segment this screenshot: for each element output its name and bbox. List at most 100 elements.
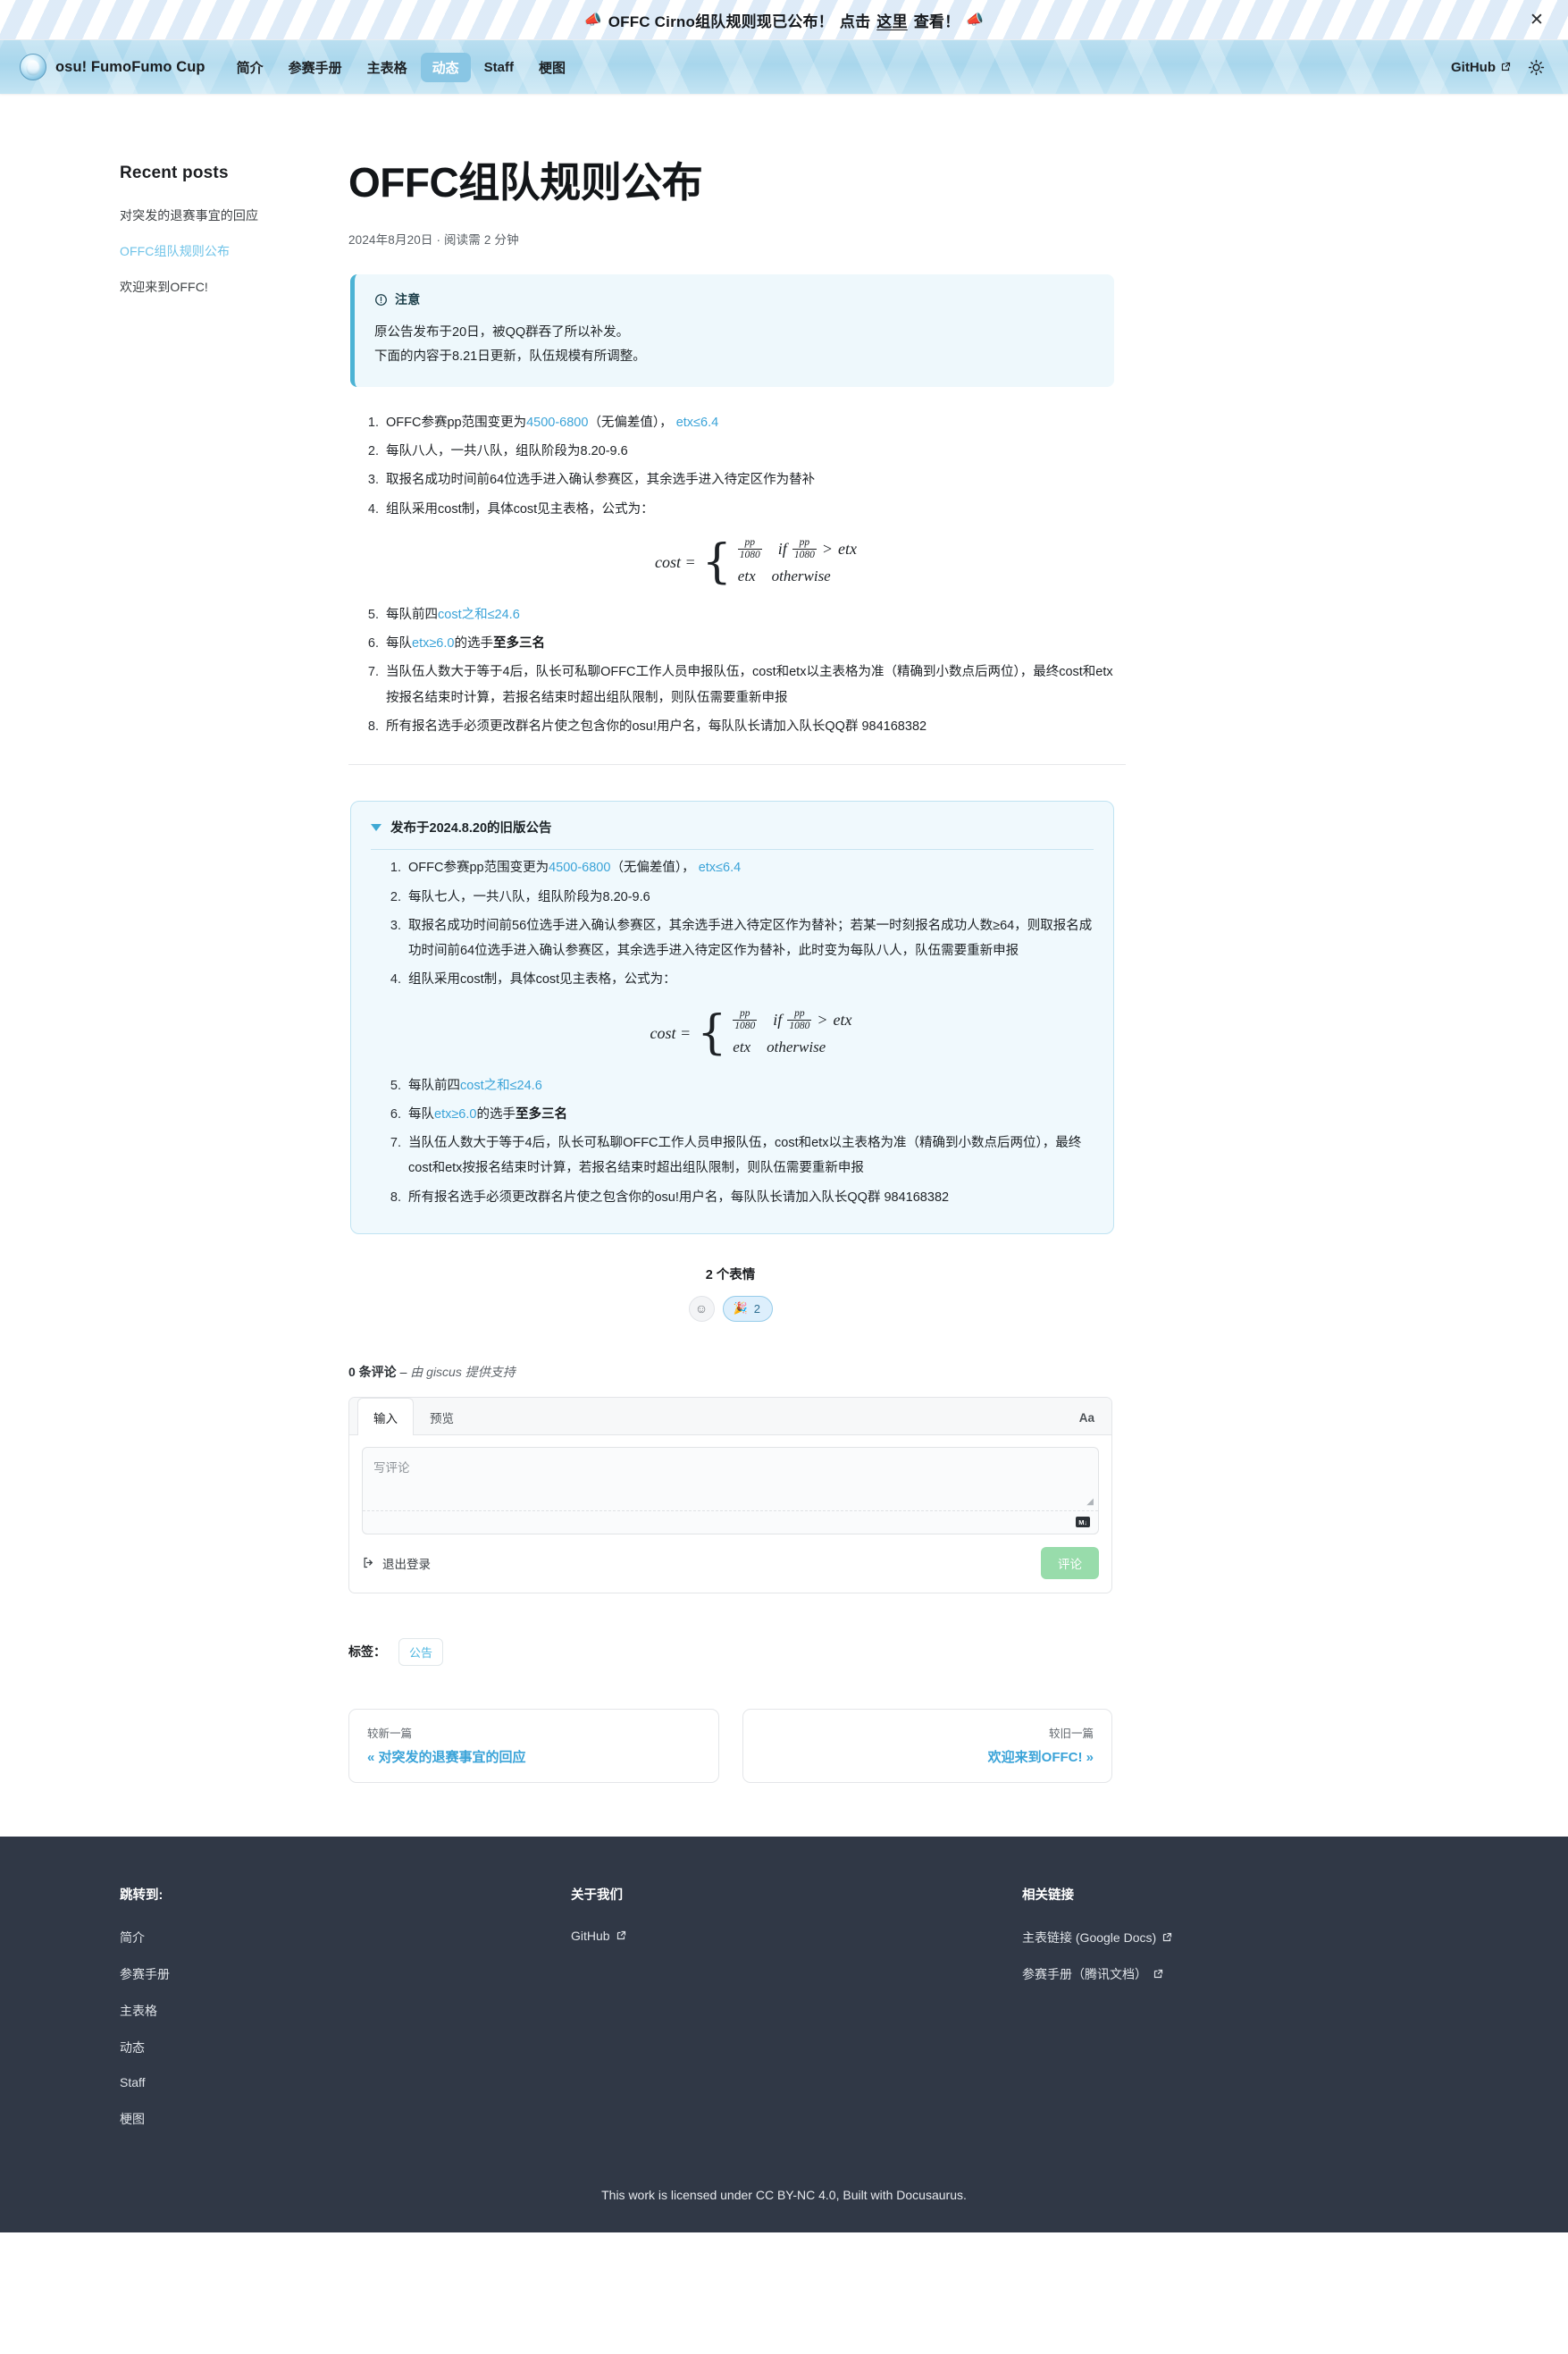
- nav-item-canzai-shouce[interactable]: 参赛手册: [277, 53, 354, 82]
- footer-link-gengtu[interactable]: 梗图: [120, 2110, 145, 2128]
- rules-list: OFFC参赛pp范围变更为4500-6800（无偏差值）， etx≤6.4 每队…: [352, 410, 1126, 739]
- footer-link-tencent-docs[interactable]: 参赛手册（腾讯文档）: [1022, 1965, 1163, 1983]
- footer-column-jump-to: 跳转到: 简介 参赛手册 主表格 动态 Staff 梗图: [120, 1885, 571, 2147]
- list-item: 参赛手册（腾讯文档）: [1022, 1965, 1172, 1983]
- announcement-view-word: 查看！: [913, 13, 960, 30]
- font-size-toggle[interactable]: Aa: [1070, 1401, 1103, 1434]
- footer-link-staff[interactable]: Staff: [120, 2075, 146, 2089]
- comment-input[interactable]: 写评论 ◢ M↓: [362, 1446, 1099, 1534]
- comment-tabs: 输入 预览 Aa: [349, 1397, 1111, 1435]
- nav-items: 简介 参赛手册 主表格 动态 Staff 梗图: [225, 52, 577, 82]
- chevron-down-icon: [371, 823, 382, 831]
- old-rule-1-pp-range-link[interactable]: 4500-6800: [549, 861, 610, 875]
- old-formula-if: if: [773, 1011, 783, 1030]
- old-rule-6-etx-link[interactable]: etx≥6.0: [434, 1107, 476, 1122]
- pager-older-title: 欢迎来到OFFC! »: [987, 1749, 1094, 1765]
- sidebar-list: 对突发的退赛事宜的回应 OFFC组队规则公布 欢迎来到OFFC!: [120, 206, 323, 296]
- list-item: GitHub: [571, 1929, 1022, 1945]
- list-item: 梗图: [120, 2110, 571, 2128]
- footer-links-about: GitHub: [571, 1929, 1022, 1945]
- announcement-bar: 📣 OFFC Cirno组队规则现已公布！ 点击 这里 查看！ 📣 ✕: [0, 0, 1568, 40]
- blog-post-article: OFFC组队规则公布 2024年8月20日 · 阅读需 2 分钟 注意 原公告发…: [348, 94, 1126, 1783]
- old-rule-1-text-b: （无偏差值），: [610, 861, 695, 876]
- theme-toggle-button[interactable]: [1523, 55, 1548, 80]
- details-summary[interactable]: 发布于2024.8.20的旧版公告: [371, 818, 1094, 849]
- comment-area-footer: M↓: [363, 1509, 1098, 1534]
- resize-handle-icon[interactable]: ◢: [1086, 1497, 1094, 1507]
- announcement-link[interactable]: 这里: [876, 9, 907, 31]
- footer-link-canzai-shouce[interactable]: 参赛手册: [120, 1965, 170, 1983]
- rule-6-text-b: 的选手: [454, 636, 493, 652]
- comment-actions: 退出登录 评论: [349, 1534, 1111, 1593]
- admonition-body: 原公告发布于20日，被QQ群吞了所以补发。 下面的内容于8.21日更新，队伍规模…: [374, 321, 1094, 369]
- rule-item-6: 每队etx≥6.0的选手至多三名: [382, 631, 1126, 656]
- footer-link-dongtai[interactable]: 动态: [120, 2039, 145, 2056]
- post-meta: 2024年8月20日 · 阅读需 2 分钟: [348, 233, 519, 248]
- old-rule-1-etx-link[interactable]: etx≤6.4: [699, 861, 741, 875]
- page-body: Recent posts 对突发的退赛事宜的回应 OFFC组队规则公布 欢迎来到…: [0, 94, 1568, 1783]
- comment-body: 写评论 ◢ M↓: [349, 1435, 1111, 1534]
- formula-fraction-2: pp 1080: [792, 536, 817, 561]
- pager-newer-post[interactable]: 较新一篇 « 对突发的退赛事宜的回应: [348, 1708, 719, 1783]
- list-item: 对突发的退赛事宜的回应: [120, 206, 323, 224]
- sidebar-item-welcome[interactable]: 欢迎来到OFFC!: [120, 280, 208, 294]
- sidebar-item-response[interactable]: 对突发的退赛事宜的回应: [120, 208, 258, 223]
- old-formula-etx-1: etx: [833, 1011, 852, 1030]
- github-link[interactable]: GitHub: [1451, 60, 1511, 75]
- comment-form: 输入 预览 Aa 写评论 ◢ M↓ 退出登录 评论: [348, 1396, 1112, 1593]
- external-link-icon: [1153, 1969, 1163, 1979]
- pager-older-post[interactable]: 较旧一篇 欢迎来到OFFC! »: [742, 1708, 1112, 1783]
- tab-preview[interactable]: 预览: [414, 1398, 470, 1435]
- announcement-text: 📣 OFFC Cirno组队规则现已公布！ 点击 这里 查看！ 📣: [584, 9, 985, 31]
- rule-5-text: 每队前四: [386, 607, 438, 622]
- list-item: OFFC组队规则公布: [120, 242, 323, 260]
- smiley-plus-icon[interactable]: ☺: [688, 1295, 715, 1322]
- footer-links-related: 主表链接 (Google Docs) 参赛手册（腾讯文档）: [1022, 1929, 1172, 1983]
- rule-6-etx-link[interactable]: etx≥6.0: [412, 636, 454, 651]
- footer-link-google-docs[interactable]: 主表链接 (Google Docs): [1022, 1929, 1172, 1946]
- details-divider: [371, 849, 1094, 851]
- rule-1-etx-link[interactable]: etx≤6.4: [676, 416, 718, 430]
- signout-button[interactable]: 退出登录: [362, 1554, 431, 1572]
- footer-link-zhubiaoge[interactable]: 主表格: [120, 2002, 157, 2020]
- nav-item-zhubiaoge[interactable]: 主表格: [356, 53, 419, 82]
- nav-item-dongtai[interactable]: 动态: [420, 52, 471, 82]
- party-popper-reaction-button[interactable]: 🎉 2: [722, 1295, 773, 1322]
- brand-link[interactable]: osu! FumoFumo Cup: [20, 54, 205, 80]
- sidebar-item-team-rules[interactable]: OFFC组队规则公布: [120, 244, 230, 258]
- list-item: 欢迎来到OFFC!: [120, 278, 323, 296]
- rule-1-pp-range-link[interactable]: 4500-6800: [526, 416, 588, 430]
- formula-otherwise: otherwise: [771, 567, 831, 585]
- old-cost-formula: cost = { pp 1080 if pp 1080 > etx etx ot…: [408, 1007, 1094, 1061]
- rule-item-5: 每队前四cost之和≤24.6: [382, 602, 1126, 627]
- nav-item-jianjie[interactable]: 简介: [225, 53, 275, 82]
- reaction-buttons-row: ☺ 🎉 2: [348, 1295, 1112, 1322]
- old-rule-5-cost-link[interactable]: cost之和≤24.6: [460, 1079, 542, 1093]
- tag-chip-gonggao[interactable]: 公告: [398, 1637, 444, 1666]
- megaphone-icon-2: 📣: [966, 13, 985, 28]
- external-link-icon: [1501, 62, 1511, 71]
- footer-links-jump-to: 简介 参赛手册 主表格 动态 Staff 梗图: [120, 1929, 571, 2128]
- tab-write[interactable]: 输入: [357, 1397, 414, 1435]
- formula-if: if: [777, 540, 787, 559]
- markdown-icon[interactable]: M↓: [1076, 1517, 1090, 1528]
- nav-item-gengtu[interactable]: 梗图: [527, 53, 577, 82]
- comments-header: 0 条评论 – 由 giscus 提供支持: [348, 1363, 1112, 1381]
- old-rule-item-7: 当队伍人数大于等于4后，队长可私聊OFFC工作人员申报队伍，cost和etx以主…: [405, 1131, 1094, 1181]
- rule-5-cost-link[interactable]: cost之和≤24.6: [438, 608, 520, 622]
- submit-comment-button[interactable]: 评论: [1041, 1546, 1099, 1579]
- reactions-section: 2 个表情 ☺ 🎉 2: [348, 1265, 1112, 1322]
- footer-title-about: 关于我们: [571, 1887, 623, 1903]
- footer-link-google-docs-label: 主表链接 (Google Docs): [1022, 1929, 1157, 1945]
- close-icon[interactable]: ✕: [1525, 8, 1548, 31]
- old-announcement-details[interactable]: 发布于2024.8.20的旧版公告 OFFC参赛pp范围变更为4500-6800…: [350, 801, 1114, 1234]
- old-rule-6-text-b: 的选手: [476, 1106, 516, 1122]
- old-rule-4-text: 组队采用cost制，具体cost见主表格，公式为：: [408, 972, 676, 988]
- formula-etx-1: etx: [837, 540, 857, 559]
- nav-item-staff[interactable]: Staff: [473, 55, 525, 80]
- old-rule-6-bold: 至多三名: [515, 1106, 567, 1122]
- footer-link-jianjie[interactable]: 简介: [120, 1929, 145, 1946]
- rule-item-2: 每队八人，一共八队，组队阶段为8.20-9.6: [382, 439, 1126, 464]
- external-link-icon: [616, 1930, 625, 1940]
- footer-link-github[interactable]: GitHub: [571, 1929, 626, 1943]
